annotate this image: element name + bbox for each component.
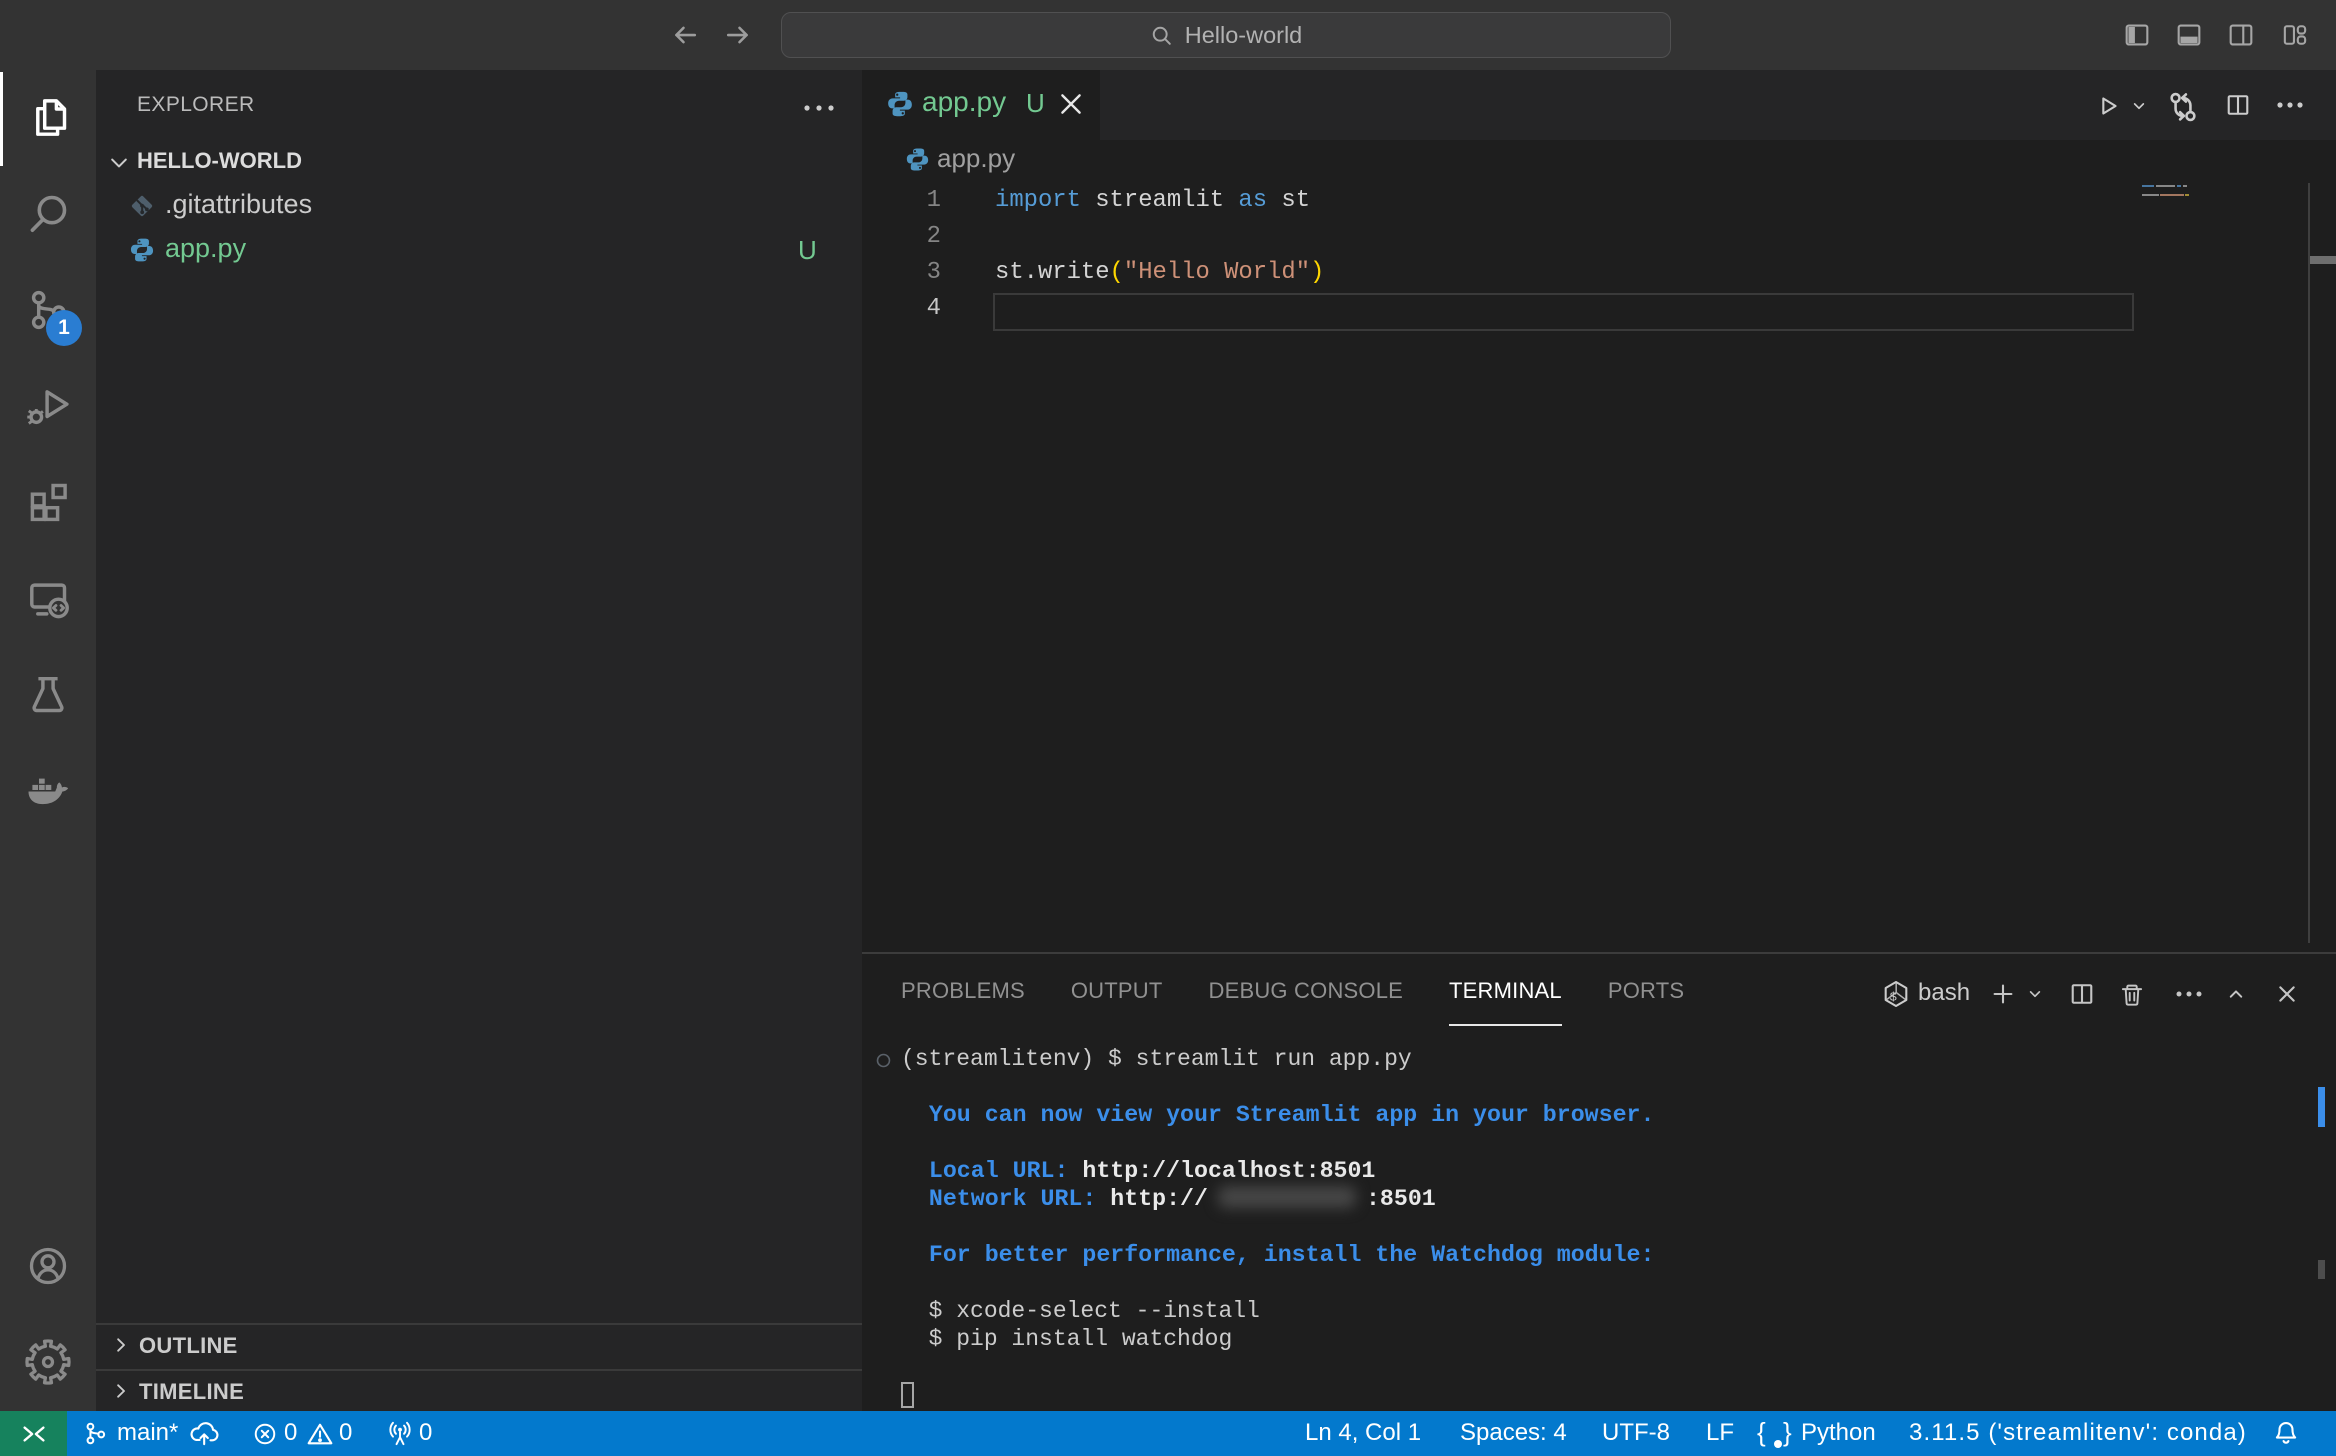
svg-text:$: $: [1890, 990, 1897, 1004]
